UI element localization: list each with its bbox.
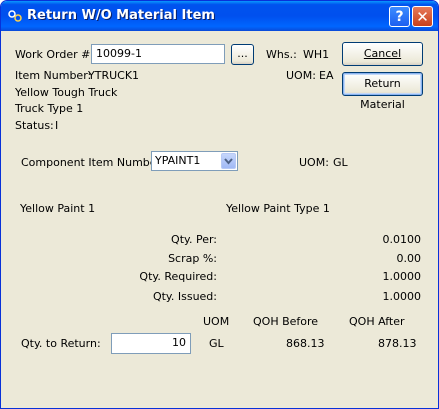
work-order-label: Work Order #: [15,48,95,61]
qty-issued-value: 1.0000 [382,290,422,303]
component-uom-value: GL [333,156,348,169]
col-uom-header: UOM [203,315,230,328]
item-uom-label: UOM: [286,69,316,82]
help-button[interactable]: ? [389,6,410,27]
dialog-window: Return W/O Material Item ? ✕ Work Order … [0,0,439,409]
col-qoh-after-header: QOH After [349,315,405,328]
whs-value: WH1 [303,48,330,61]
item-number-label: Item Number: [15,69,92,82]
qty-per-label: Qty. Per: [171,233,217,246]
col-qoh-before-header: QOH Before [253,315,319,328]
chevron-down-icon[interactable] [221,153,236,169]
qty-required-label: Qty. Required: [139,270,217,283]
qty-per-value: 0.0100 [382,233,422,246]
title-bar[interactable]: Return W/O Material Item ? ✕ [1,1,438,31]
return-material-button[interactable]: Return Material [342,72,423,111]
return-material-button-label: Return Material [360,77,405,111]
qoh-after-value: 878.13 [378,337,417,350]
work-order-input[interactable]: 10099-1 [91,44,225,64]
window-title: Return W/O Material Item [27,8,215,23]
app-icon [8,10,22,22]
work-order-lookup-button[interactable]: ... [231,44,254,65]
qty-to-return-label: Qty. to Return: [21,337,101,350]
item-description2: Truck Type 1 [15,102,84,115]
qty-issued-label: Qty. Issued: [152,290,217,303]
item-uom-value: EA [319,69,334,82]
work-order-value: 10099-1 [96,47,142,60]
qty-required-value: 1.0000 [382,270,422,283]
item-number-value: YTRUCK1 [88,69,140,82]
qty-to-return-value: 10 [172,336,186,349]
return-uom-value: GL [209,337,224,350]
component-item-value: YPAINT1 [155,154,201,167]
close-button[interactable]: ✕ [412,6,433,27]
component-uom-label: UOM: [299,156,329,169]
cancel-button-label: Cancel [363,47,402,60]
scrap-value: 0.00 [396,252,422,265]
qoh-before-value: 868.13 [286,337,325,350]
scrap-label: Scrap %: [168,252,217,265]
qty-to-return-input[interactable]: 10 [111,333,191,354]
component-item-combo[interactable]: YPAINT1 [151,151,238,171]
component-description2: Yellow Paint Type 1 [226,202,330,215]
status-value: I [55,119,59,132]
cancel-button[interactable]: Cancel [342,42,423,66]
status-label: Status: [15,119,54,132]
item-description1: Yellow Tough Truck [15,86,118,99]
component-description1: Yellow Paint 1 [20,202,96,215]
component-item-label: Component Item Number: [21,156,165,169]
whs-label: Whs.: [266,48,297,61]
